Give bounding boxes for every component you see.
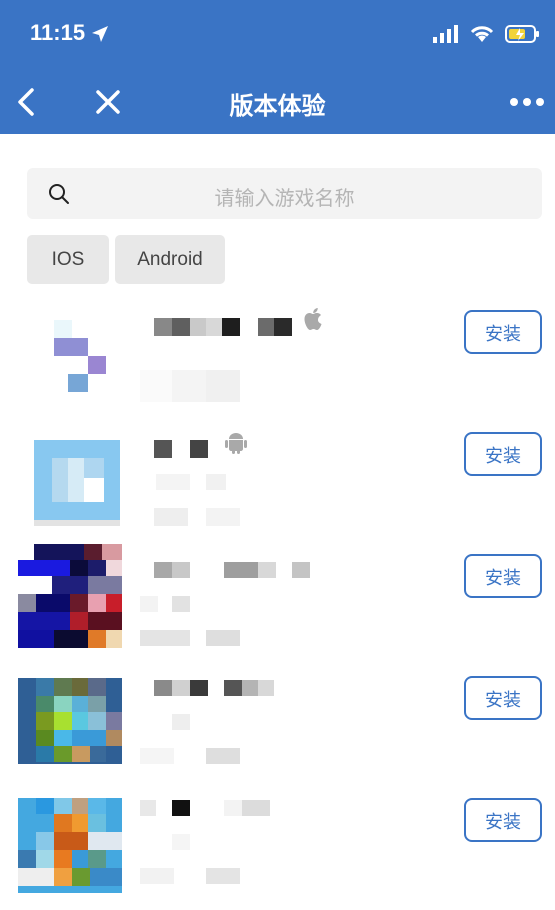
blurred-text xyxy=(140,748,174,764)
blurred-text xyxy=(154,680,172,696)
blurred-text xyxy=(224,562,258,578)
status-icons xyxy=(433,24,541,44)
install-button[interactable]: 安装 xyxy=(464,554,542,598)
blurred-text xyxy=(172,318,190,336)
blurred-text xyxy=(190,318,206,336)
blurred-text xyxy=(140,868,174,884)
app-icon xyxy=(18,310,122,414)
more-icon[interactable] xyxy=(507,84,547,120)
install-button[interactable]: 安装 xyxy=(464,676,542,720)
signal-icon xyxy=(433,25,458,43)
status-bar: 11:15 xyxy=(0,0,555,70)
blurred-text xyxy=(190,680,208,696)
blurred-text xyxy=(258,562,276,578)
blurred-text xyxy=(258,318,274,336)
blurred-text xyxy=(140,596,158,612)
blurred-text xyxy=(172,562,190,578)
battery-icon xyxy=(505,25,539,43)
status-time: 11:15 xyxy=(30,20,86,45)
app-icon xyxy=(18,544,122,648)
wifi-icon xyxy=(470,26,494,42)
blurred-text xyxy=(154,508,188,526)
app-icon xyxy=(18,432,122,536)
list-item: 安装 xyxy=(0,422,555,544)
blurred-text xyxy=(172,800,190,816)
blurred-text xyxy=(222,318,240,336)
blurred-text xyxy=(206,318,222,336)
blurred-text xyxy=(154,440,172,458)
blurred-text xyxy=(242,680,258,696)
nav-bar: 版本体验 xyxy=(0,70,555,134)
blurred-text xyxy=(206,474,226,490)
blurred-text xyxy=(274,318,292,336)
blurred-text xyxy=(140,370,172,402)
search-placeholder: 请输入游戏名称 xyxy=(214,188,355,210)
blurred-text xyxy=(154,318,172,336)
blurred-text xyxy=(172,680,190,696)
blurred-text xyxy=(206,370,240,402)
blurred-text xyxy=(206,630,240,646)
filter-android[interactable]: Android xyxy=(115,235,225,284)
blurred-text xyxy=(206,748,240,764)
location-arrow-icon xyxy=(92,26,108,42)
install-button[interactable]: 安装 xyxy=(464,432,542,476)
android-icon xyxy=(225,433,247,454)
blurred-text xyxy=(206,508,240,526)
list-item: 安装 xyxy=(0,300,555,422)
apple-icon xyxy=(304,308,322,330)
blurred-text xyxy=(154,562,172,578)
blurred-text xyxy=(172,834,190,850)
filter-ios[interactable]: IOS xyxy=(27,235,109,284)
list-item: 安装 xyxy=(0,544,555,666)
blurred-text xyxy=(206,868,240,884)
page-title: 版本体验 xyxy=(229,93,326,120)
blurred-text xyxy=(156,474,190,490)
list-item: 安装 xyxy=(0,666,555,788)
blurred-text xyxy=(172,714,190,730)
blurred-text xyxy=(190,440,208,458)
install-button[interactable]: 安装 xyxy=(464,310,542,354)
list-item: 安装 xyxy=(0,788,555,910)
blurred-text xyxy=(172,370,206,402)
install-button[interactable]: 安装 xyxy=(464,798,542,842)
blurred-text xyxy=(242,800,270,816)
search-input[interactable]: 请输入游戏名称 xyxy=(27,168,542,219)
blurred-text xyxy=(140,630,190,646)
blurred-text xyxy=(258,680,274,696)
blurred-text xyxy=(224,800,242,816)
blurred-text xyxy=(140,800,156,816)
blurred-text xyxy=(172,596,190,612)
app-icon xyxy=(18,798,122,902)
blurred-text xyxy=(224,680,242,696)
blurred-text xyxy=(292,562,310,578)
app-icon xyxy=(18,678,122,782)
